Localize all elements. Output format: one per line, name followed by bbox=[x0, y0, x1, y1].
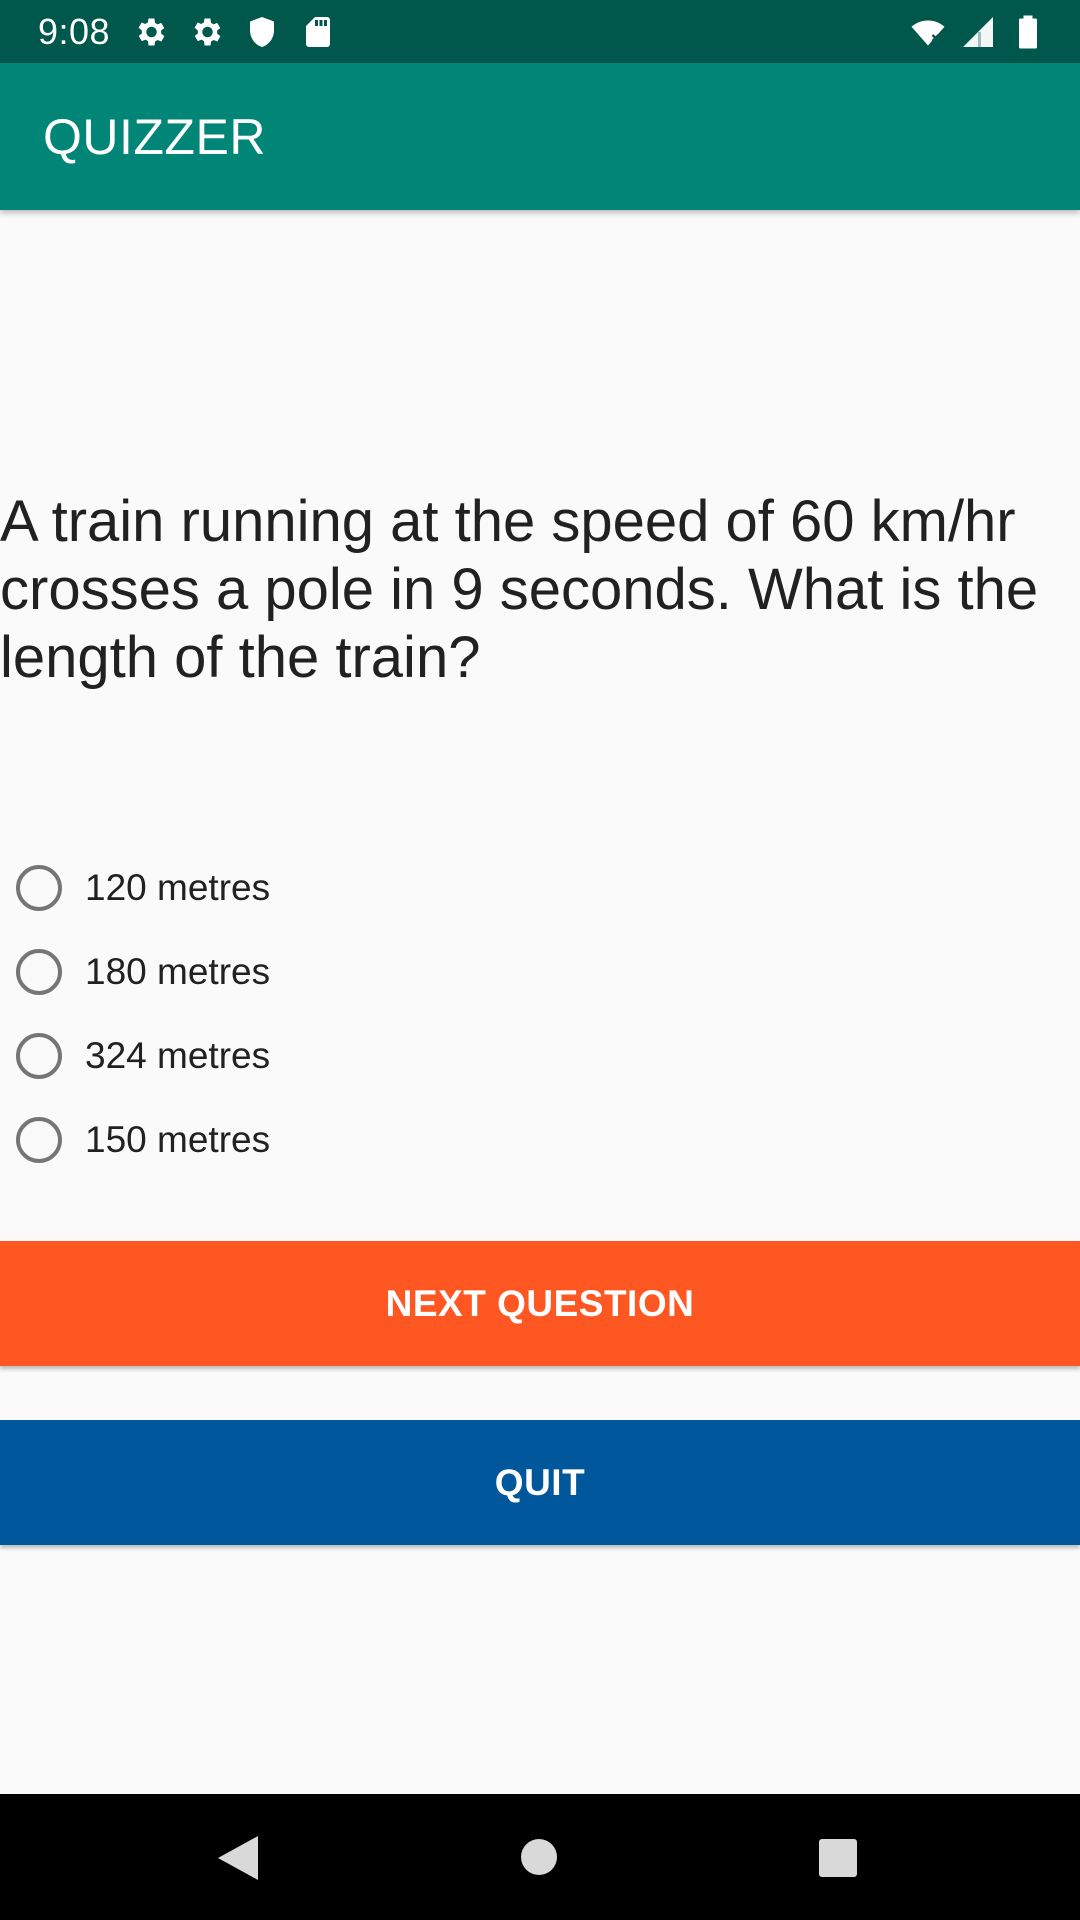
quit-button[interactable]: QUIT bbox=[0, 1420, 1080, 1545]
radio-button[interactable] bbox=[16, 949, 62, 995]
radio-button[interactable] bbox=[16, 1117, 62, 1163]
back-icon[interactable] bbox=[216, 1834, 260, 1882]
gear-icon bbox=[132, 14, 168, 50]
answer-options: 120 metres 180 metres 324 metres 150 met… bbox=[0, 846, 1080, 1182]
gear-icon bbox=[188, 14, 224, 50]
option-4[interactable]: 150 metres bbox=[0, 1098, 1080, 1182]
option-label: 120 metres bbox=[85, 867, 271, 908]
battery-icon bbox=[1010, 14, 1046, 50]
sd-card-icon bbox=[300, 14, 336, 50]
option-label: 150 metres bbox=[85, 1119, 271, 1160]
wifi-icon bbox=[910, 14, 946, 50]
system-icons bbox=[910, 14, 1046, 50]
notification-icons bbox=[132, 14, 336, 50]
shield-icon bbox=[244, 14, 280, 50]
home-icon[interactable] bbox=[520, 1838, 558, 1876]
status-time: 9:08 bbox=[38, 10, 111, 52]
next-question-button[interactable]: NEXT QUESTION bbox=[0, 1241, 1080, 1366]
app-bar: QUIZZER bbox=[0, 63, 1080, 210]
radio-button[interactable] bbox=[16, 1033, 62, 1079]
navigation-bar bbox=[0, 1794, 1080, 1920]
option-label: 180 metres bbox=[85, 951, 271, 992]
status-left: 9:08 bbox=[38, 11, 336, 53]
option-2[interactable]: 180 metres bbox=[0, 930, 1080, 1014]
radio-button[interactable] bbox=[16, 865, 62, 911]
option-3[interactable]: 324 metres bbox=[0, 1014, 1080, 1098]
option-1[interactable]: 120 metres bbox=[0, 846, 1080, 930]
question-text: A train running at the speed of 60 km/hr… bbox=[0, 489, 1039, 690]
status-bar: 9:08 bbox=[0, 0, 1080, 63]
option-label: 324 metres bbox=[85, 1035, 271, 1076]
recents-icon[interactable] bbox=[818, 1838, 858, 1878]
app-title: QUIZZER bbox=[43, 108, 266, 165]
signal-icon bbox=[960, 14, 996, 50]
